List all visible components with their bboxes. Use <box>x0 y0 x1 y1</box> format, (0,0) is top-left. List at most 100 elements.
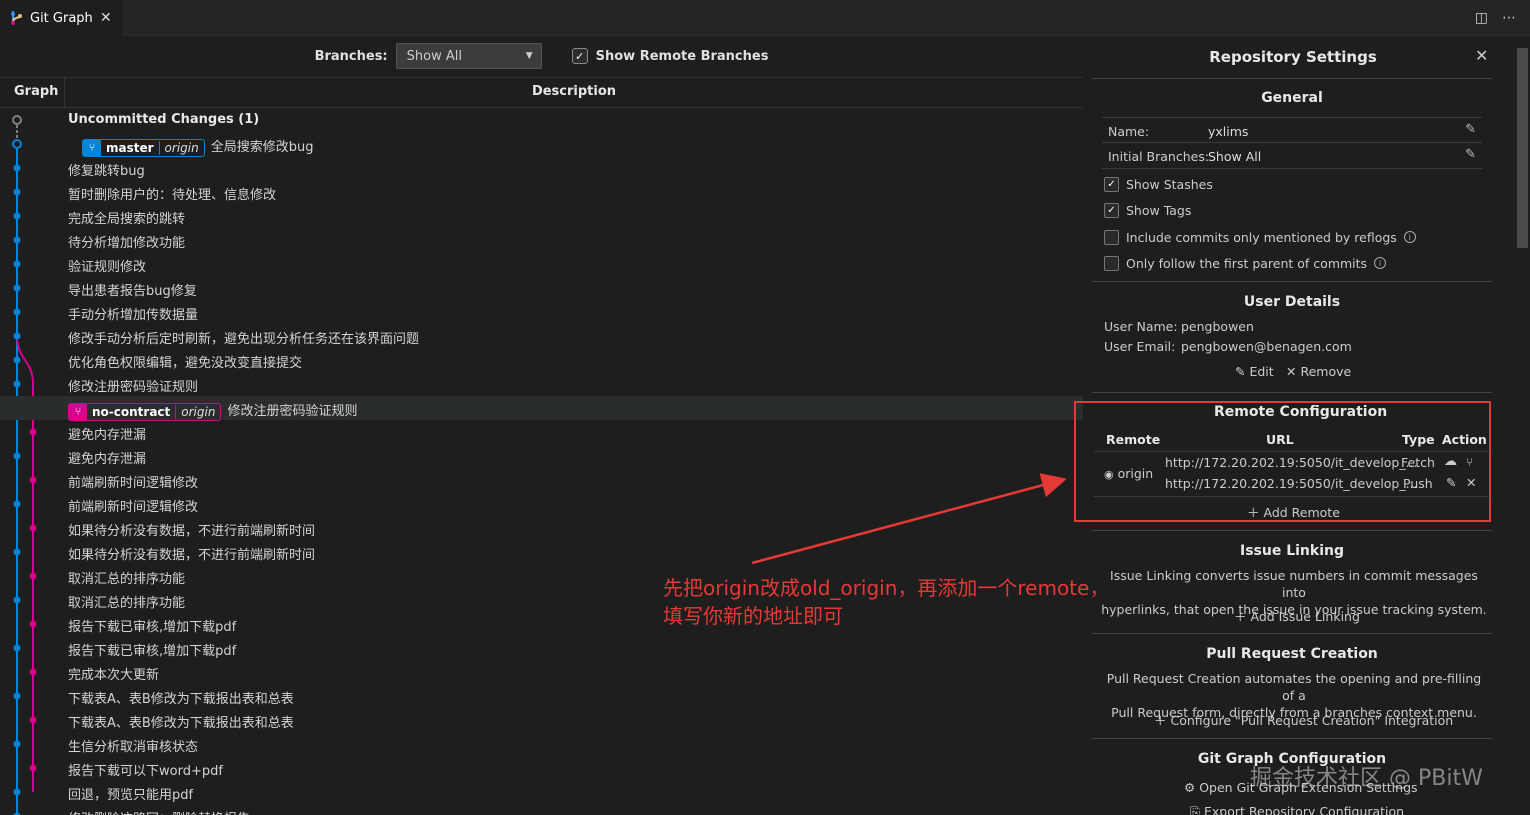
show-stashes-checkbox[interactable]: ✓ <box>1104 176 1119 192</box>
commit-text: 暂时删除用户的：待处理、信息修改 <box>68 188 277 203</box>
tab-git-graph[interactable]: Git Graph ✕ <box>0 0 122 36</box>
add-remote-button[interactable]: ＋ Add Remote <box>1247 502 1340 521</box>
commit-row[interactable]: 待分析增加修改功能 <box>0 228 1083 252</box>
commit-message: 下载表A、表B修改为下载报出表和总表 <box>68 688 294 707</box>
branches-label: Branches: <box>314 48 388 64</box>
commit-row[interactable]: 报告下载已审核,增加下载pdf <box>0 636 1083 660</box>
edit-name-icon[interactable]: ✎ <box>1465 122 1476 137</box>
commit-text: 报告下载已审核,增加下载pdf <box>68 620 237 635</box>
commit-row[interactable]: ⑂ master origin 全局搜索修改bug <box>0 132 1083 157</box>
configure-pr-button[interactable]: ＋ Configure "Pull Request Creation" Inte… <box>1154 710 1453 729</box>
gear-icon: ⚙ <box>1184 780 1196 795</box>
commit-row[interactable]: Uncommitted Changes (1) <box>0 108 1083 132</box>
commit-row[interactable]: 避免内存泄漏 <box>0 444 1083 468</box>
first-parent-checkbox[interactable] <box>1104 255 1119 271</box>
info-icon[interactable]: i <box>1374 257 1387 269</box>
plus-icon: ＋ <box>1247 505 1260 520</box>
commit-message: 完成本次大更新 <box>68 664 159 683</box>
prune-remote-icon[interactable]: ⑂ <box>1466 455 1473 469</box>
commit-text: 导出患者报告bug修复 <box>68 284 197 299</box>
commit-row[interactable]: 生信分析取消审核状态 <box>0 732 1083 756</box>
commit-message: 修改注册密码验证规则 <box>68 376 198 395</box>
fetch-remote-icon[interactable]: ☁ <box>1444 454 1457 469</box>
annotation-text: 先把origin改成old_origin，再添加一个remote， 填写你新的地… <box>663 574 1109 630</box>
commit-row[interactable]: 优化角色权限编辑，避免没改变直接提交 <box>0 348 1083 372</box>
commit-row[interactable]: 回退，预览只能用pdf <box>0 780 1083 804</box>
remote-row-divider <box>1094 496 1490 497</box>
remote-row-origin[interactable]: ◉ origin <box>1104 466 1153 481</box>
commit-row[interactable]: ⑂ no-contract origin 修改注册密码验证规则 <box>0 396 1083 421</box>
commit-row[interactable]: 下载表A、表B修改为下载报出表和总表 <box>0 684 1083 708</box>
repo-name-label: Name: <box>1108 124 1150 139</box>
split-editor-icon[interactable]: ◫ <box>1475 10 1488 26</box>
commit-row[interactable]: 如果待分析没有数据，不进行前端刷新时间 <box>0 516 1083 540</box>
tab-close-icon[interactable]: ✕ <box>100 10 112 26</box>
show-remote-checkbox[interactable]: ✓ <box>571 48 588 64</box>
commit-row[interactable]: 修改删除这路回：删除替换报告 <box>0 804 1083 815</box>
edit-branches-icon[interactable]: ✎ <box>1465 147 1476 162</box>
commit-row[interactable]: 导出患者报告bug修复 <box>0 276 1083 300</box>
commit-row[interactable]: 如果待分析没有数据，不进行前端刷新时间 <box>0 540 1083 564</box>
reflogs-checkbox[interactable] <box>1104 229 1119 245</box>
commit-text: 如果待分析没有数据，不进行前端刷新时间 <box>68 548 316 563</box>
commit-message: ⑂ master origin 全局搜索修改bug <box>82 136 313 157</box>
issue-linking-section: Issue Linking Issue Linking converts iss… <box>1092 530 1492 632</box>
commit-row[interactable]: 修复跳转bug <box>0 156 1083 180</box>
repo-name-row: Name: yxlims ✎ <box>1102 117 1482 143</box>
show-remote-label: Show Remote Branches <box>595 48 769 64</box>
description-column-header[interactable]: Description <box>65 78 1083 107</box>
show-tags-checkbox[interactable]: ✓ <box>1104 202 1119 218</box>
panel-scrollbar[interactable] <box>1517 48 1528 248</box>
remove-user-label: Remove <box>1300 364 1352 379</box>
commit-row[interactable]: 报告下载可以下word+pdf <box>0 756 1083 780</box>
commit-message: 回退，预览只能用pdf <box>68 784 193 803</box>
show-stashes-label: Show Stashes <box>1126 176 1213 192</box>
branches-select[interactable]: Show All ▼ <box>395 43 542 69</box>
remove-user-button[interactable]: ✕ Remove <box>1286 364 1351 379</box>
commit-row[interactable]: 暂时删除用户的：待处理、信息修改 <box>0 180 1083 204</box>
close-settings-icon[interactable]: ✕ <box>1475 46 1488 65</box>
commit-message: 避免内存泄漏 <box>68 448 146 467</box>
pr-desc-line1: Pull Request Creation automates the open… <box>1106 671 1482 703</box>
option-reflogs[interactable]: Include commits only mentioned by reflog… <box>1104 227 1416 247</box>
export-config-button[interactable]: ⎘ Export Repository Configuration <box>1190 804 1404 815</box>
commit-text: 完成全局搜索的跳转 <box>68 212 186 227</box>
commit-text: 避免内存泄漏 <box>68 452 147 467</box>
edit-user-button[interactable]: ✎ Edit <box>1235 364 1274 379</box>
branch-label[interactable]: ⑂ master origin <box>82 138 205 157</box>
graph-column-header[interactable]: Graph <box>0 78 65 107</box>
delete-remote-icon[interactable]: ✕ <box>1466 475 1476 490</box>
commit-row[interactable]: 完成本次大更新 <box>0 660 1083 684</box>
option-show-stashes[interactable]: ✓ Show Stashes <box>1104 174 1213 194</box>
commit-message: 修改删除这路回：删除替换报告 <box>68 808 250 815</box>
commit-table-header: Graph Description <box>0 77 1083 108</box>
commit-row[interactable]: 避免内存泄漏 <box>0 420 1083 444</box>
info-icon[interactable]: i <box>1403 231 1416 243</box>
branch-label[interactable]: ⑂ no-contract origin <box>68 402 222 421</box>
commit-row[interactable]: 下载表A、表B修改为下载报出表和总表 <box>0 708 1083 732</box>
tab-bar: Git Graph ✕ ◫ ⋯ <box>0 0 1530 36</box>
commit-text: 修复跳转bug <box>68 164 145 179</box>
annotation-line2: 填写你新的地址即可 <box>663 604 843 628</box>
option-first-parent[interactable]: Only follow the first parent of commits … <box>1104 253 1387 273</box>
commit-row[interactable]: 验证规则修改 <box>0 252 1083 276</box>
commit-message: 修改手动分析后定时刷新，避免出现分析任务还在该界面问题 <box>68 328 419 347</box>
commit-message: 待分析增加修改功能 <box>68 232 185 251</box>
commit-text: 避免内存泄漏 <box>68 428 147 443</box>
more-actions-icon[interactable]: ⋯ <box>1502 10 1516 26</box>
commit-message: 导出患者报告bug修复 <box>68 280 197 299</box>
edit-remote-icon[interactable]: ✎ <box>1446 475 1456 490</box>
commit-row[interactable]: 修改手动分析后定时刷新，避免出现分析任务还在该界面问题 <box>0 324 1083 348</box>
eye-icon[interactable]: ◉ <box>1104 468 1114 481</box>
commit-row[interactable]: 前端刷新时间逻辑修改 <box>0 492 1083 516</box>
commit-message: 如果待分析没有数据，不进行前端刷新时间 <box>68 544 315 563</box>
commit-row[interactable]: 修改注册密码验证规则 <box>0 372 1083 396</box>
add-issue-linking-button[interactable]: ＋ Add Issue Linking <box>1234 606 1360 625</box>
commit-list: Uncommitted Changes (1) ⑂ master origin 全局搜索… <box>0 108 1083 815</box>
commit-row[interactable]: 前端刷新时间逻辑修改 <box>0 468 1083 492</box>
git-graph-icon <box>11 11 22 25</box>
option-show-tags[interactable]: ✓ Show Tags <box>1104 200 1191 220</box>
commit-row[interactable]: 手动分析增加传数据量 <box>0 300 1083 324</box>
commit-row[interactable]: 完成全局搜索的跳转 <box>0 204 1083 228</box>
commit-text: 报告下载已审核,增加下载pdf <box>68 644 237 659</box>
